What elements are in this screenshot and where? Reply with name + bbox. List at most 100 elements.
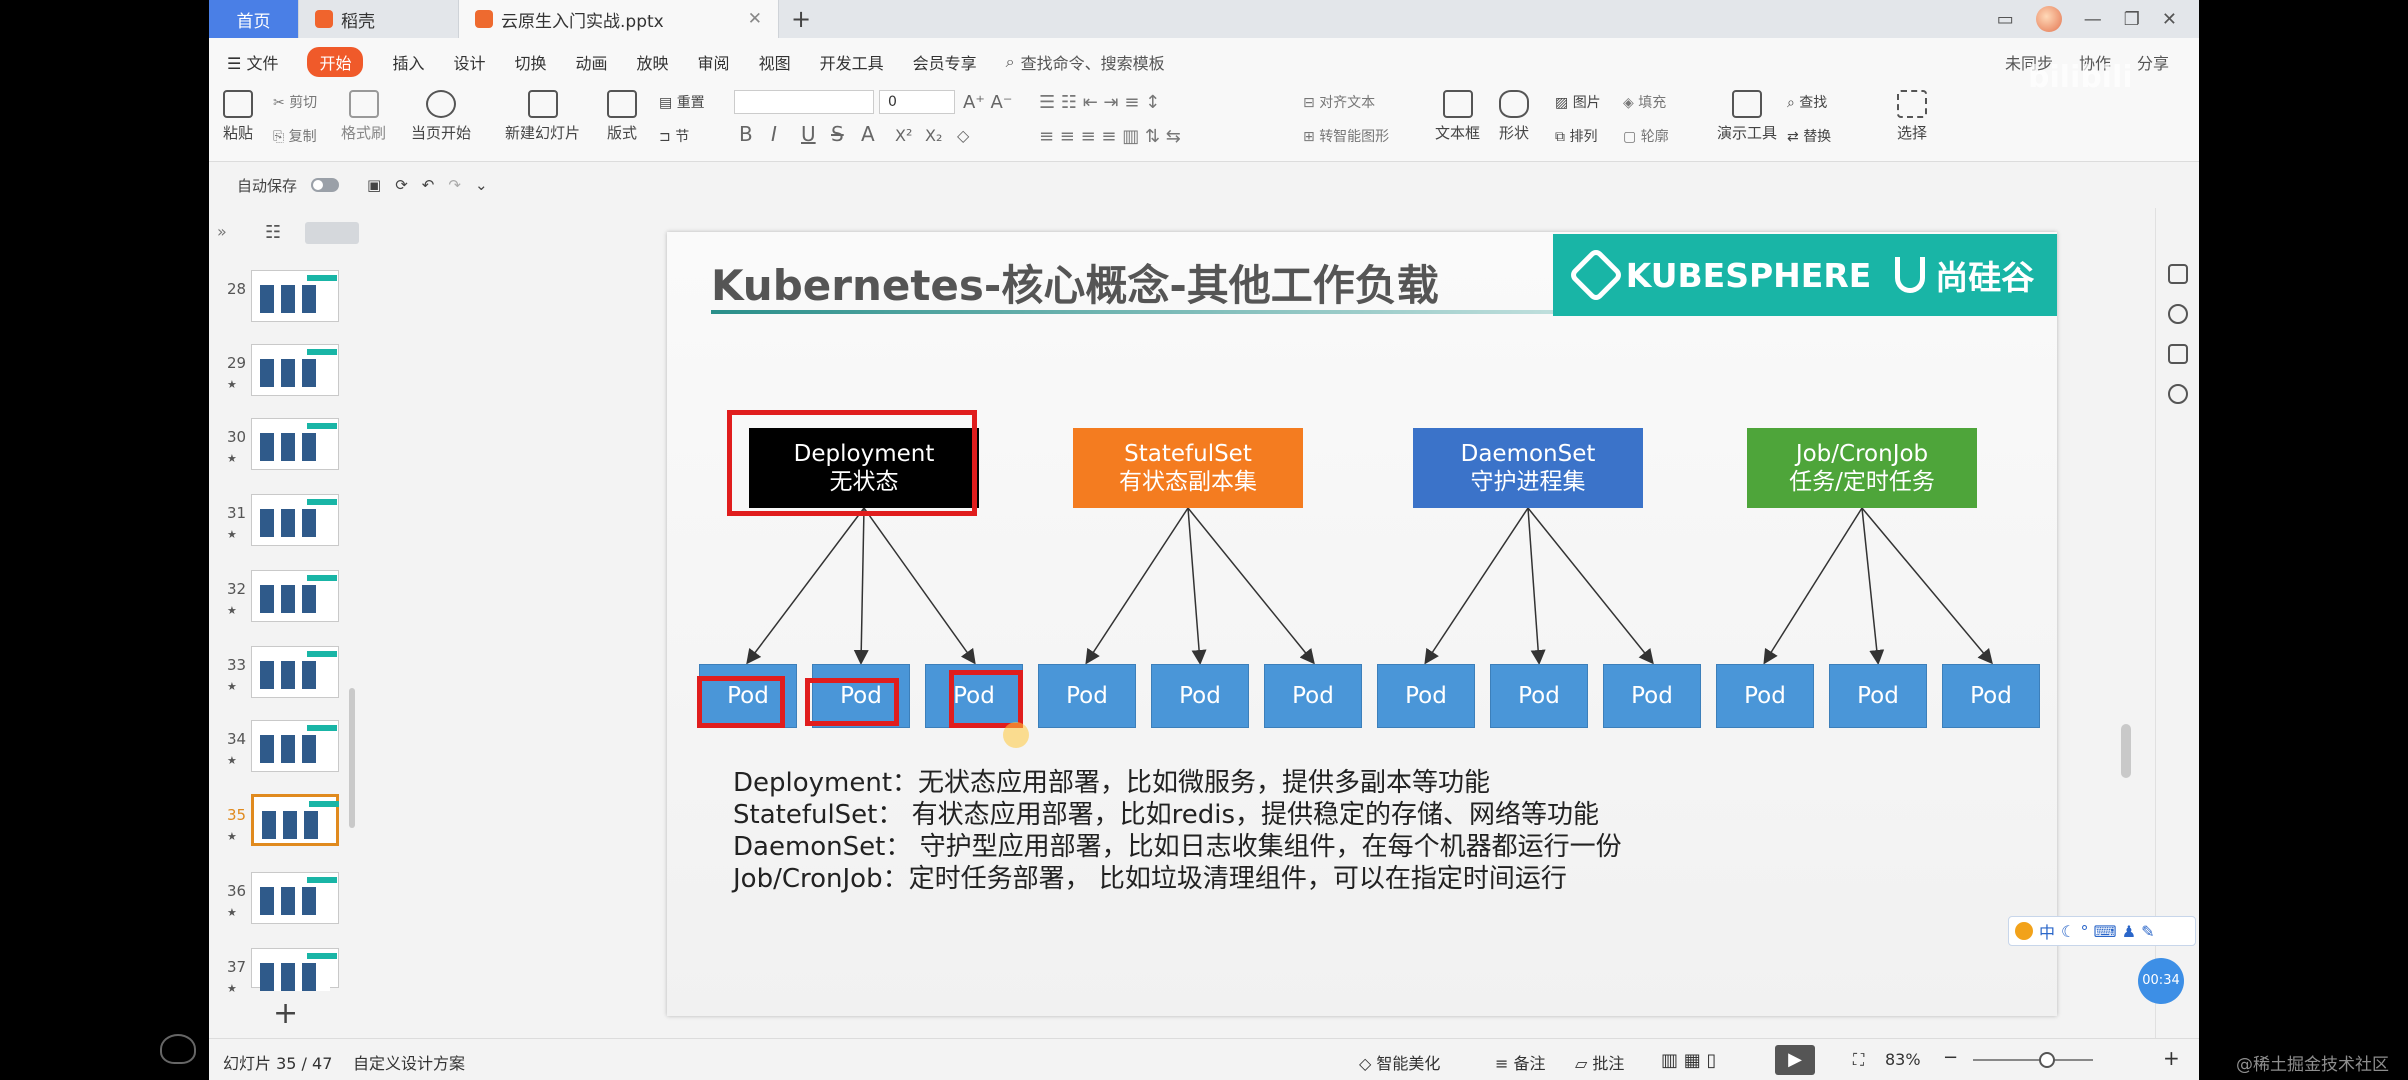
pod-box[interactable]: Pod xyxy=(1716,664,1814,728)
redo-icon[interactable]: ↷ xyxy=(448,176,461,194)
layout-button[interactable]: 版式 xyxy=(607,90,637,143)
workload-job-cronjob[interactable]: Job/CronJob 任务/定时任务 xyxy=(1747,428,1977,508)
cut-button[interactable]: ✂ 剪切 xyxy=(273,92,317,112)
menu-review[interactable]: 审阅 xyxy=(698,50,730,74)
tab-home[interactable]: 首页 xyxy=(209,0,299,38)
font-color-icon[interactable]: A xyxy=(861,122,875,146)
zoom-slider-knob[interactable] xyxy=(2039,1052,2055,1068)
font-family-select[interactable] xyxy=(734,90,874,114)
pod-box[interactable]: Pod xyxy=(1829,664,1927,728)
view-mode-icons[interactable]: ▥ ▦ ▯ xyxy=(1661,1050,1716,1071)
thumbnail-scrollbar[interactable] xyxy=(349,688,355,828)
avatar[interactable] xyxy=(2035,6,2062,32)
animation-icon[interactable] xyxy=(2168,304,2188,324)
menu-transition[interactable]: 切换 xyxy=(515,50,547,74)
superscript-icon[interactable]: X² xyxy=(895,126,912,145)
ime-tools-icons[interactable]: ☾ ° ⌨ ♟ ✎ xyxy=(2061,922,2155,941)
canvas-vertical-scrollbar[interactable] xyxy=(2117,208,2135,1038)
picture-button[interactable]: ▨ 图片 xyxy=(1555,92,1601,112)
pod-box[interactable]: Pod xyxy=(1151,664,1249,728)
slide-thumbnail-selected[interactable] xyxy=(251,794,339,846)
textbox-button[interactable]: 文本框 xyxy=(1435,90,1480,143)
fit-zoom-icon[interactable]: ⛶ xyxy=(1853,1050,1864,1070)
slide-thumbnail[interactable] xyxy=(251,872,339,924)
outline-view-icon[interactable]: ☷ xyxy=(265,222,281,243)
format-painter-button[interactable]: 格式刷 xyxy=(341,90,386,143)
menu-design[interactable]: 设计 xyxy=(453,50,485,74)
zoom-out-icon[interactable]: − xyxy=(1943,1047,1958,1068)
paragraph-align-icon[interactable]: ≡ ≡ ≡ ≡ ▥ ⇅ ⇆ xyxy=(1039,126,1181,147)
underline-icon[interactable]: U xyxy=(801,122,816,146)
undo-icon[interactable]: ↶ xyxy=(422,176,435,194)
slide-thumbnail[interactable] xyxy=(251,646,339,698)
slide-thumbnail[interactable] xyxy=(251,270,339,322)
layout-switch-icon[interactable]: ▭ xyxy=(1997,9,2014,30)
presenter-tools-button[interactable]: 演示工具 xyxy=(1717,90,1777,143)
find-button[interactable]: ⌕ 查找 xyxy=(1787,92,1827,112)
command-search[interactable]: ⌕ 查找命令、搜索模板 xyxy=(1006,50,1165,74)
align-text-button[interactable]: ⊟ 对齐文本 xyxy=(1303,92,1375,112)
recording-timer[interactable]: 00:34 xyxy=(2138,958,2184,1004)
slide-transition-icon[interactable] xyxy=(2168,344,2188,364)
help-icon[interactable] xyxy=(2168,384,2188,404)
slide-thumbnail[interactable] xyxy=(251,494,339,546)
zoom-level[interactable]: 83% xyxy=(1885,1050,1921,1069)
shape-button[interactable]: 形状 xyxy=(1499,90,1529,143)
design-scheme[interactable]: 自定义设计方案 xyxy=(353,1050,465,1074)
strikethrough-icon[interactable]: S xyxy=(831,122,844,146)
slide-thumbnail[interactable] xyxy=(251,720,339,772)
close-tab-icon[interactable]: ✕ xyxy=(748,9,762,29)
properties-icon[interactable] xyxy=(2168,264,2188,284)
menu-member[interactable]: 会员专享 xyxy=(913,50,977,74)
share-button[interactable]: 分享 xyxy=(2137,50,2169,74)
menu-start[interactable]: 开始 xyxy=(307,47,364,77)
workload-statefulset[interactable]: StatefulSet 有状态副本集 xyxy=(1073,428,1303,508)
customize-quickbar-icon[interactable]: ⌄ xyxy=(475,176,488,194)
menu-file[interactable]: ☰ 文件 xyxy=(227,50,278,74)
fill-button[interactable]: ◈ 填充 xyxy=(1623,92,1666,112)
italic-icon[interactable]: I xyxy=(771,122,777,146)
play-from-current-button[interactable]: 当页开始 xyxy=(411,90,471,143)
menu-animation[interactable]: 动画 xyxy=(576,50,608,74)
copy-button[interactable]: ⎘ 复制 xyxy=(273,126,317,146)
format-painter-quick-icon[interactable]: ⟳ xyxy=(395,176,408,194)
pod-box[interactable]: Pod xyxy=(1377,664,1475,728)
list-icon[interactable]: ☰ ☷ ⇤ ⇥ ≡ ↕ xyxy=(1039,92,1160,113)
reset-button[interactable]: ▤ 重置 xyxy=(659,92,705,112)
clear-format-icon[interactable]: ◇ xyxy=(957,126,969,145)
pod-box[interactable]: Pod xyxy=(1038,664,1136,728)
font-size-select[interactable]: 0 xyxy=(879,90,955,114)
arrange-button[interactable]: ⧉ 排列 xyxy=(1555,126,1597,146)
paste-button[interactable]: 粘贴 xyxy=(223,90,253,143)
select-button[interactable]: 选择 xyxy=(1897,90,1927,143)
bold-icon[interactable]: B xyxy=(739,122,753,146)
scrollbar-thumb[interactable] xyxy=(2121,724,2131,778)
menu-developer[interactable]: 开发工具 xyxy=(820,50,884,74)
workload-daemonset[interactable]: DaemonSet 守护进程集 xyxy=(1413,428,1643,508)
minimize-icon[interactable]: — xyxy=(2084,9,2102,30)
menu-slideshow[interactable]: 放映 xyxy=(637,50,669,74)
menu-view[interactable]: 视图 xyxy=(759,50,791,74)
notes-button[interactable]: ≡ 备注 xyxy=(1495,1050,1546,1074)
slide-thumbnail[interactable] xyxy=(251,344,339,396)
tab-docer[interactable]: 稻壳 xyxy=(299,0,459,38)
ime-toolbar[interactable]: 中 ☾ ° ⌨ ♟ ✎ xyxy=(2008,916,2196,946)
outline-button[interactable]: ▢ 轮廓 xyxy=(1623,126,1669,146)
save-icon[interactable]: ▣ xyxy=(367,176,381,194)
smart-beautify-button[interactable]: ◇ 智能美化 xyxy=(1359,1050,1440,1074)
zoom-in-icon[interactable]: + xyxy=(2163,1046,2180,1070)
add-slide-button[interactable]: + xyxy=(273,996,298,1031)
smartart-button[interactable]: ⊞ 转智能图形 xyxy=(1303,126,1389,146)
replace-button[interactable]: ⇄ 替换 xyxy=(1787,126,1831,146)
pod-box[interactable]: Pod xyxy=(1942,664,2040,728)
current-slide[interactable]: Kubernetes-核心概念-其他工作负载 KUBESPHERE 尚硅谷 De… xyxy=(667,232,2057,1016)
slide-thumbnail[interactable] xyxy=(251,570,339,622)
description-line[interactable]: Job/CronJob：定时任务部署， 比如垃圾清理组件，可以在指定时间运行 xyxy=(733,858,1567,895)
thumbnail-view-icon[interactable] xyxy=(305,222,359,244)
new-tab-button[interactable]: + xyxy=(779,0,823,38)
ime-mode-label[interactable]: 中 xyxy=(2039,919,2055,943)
menu-insert[interactable]: 插入 xyxy=(392,50,424,74)
slide-thumbnail[interactable] xyxy=(251,948,339,991)
tab-active-file[interactable]: 云原生入门实战.pptx ✕ xyxy=(459,0,779,38)
pod-box[interactable]: Pod xyxy=(1264,664,1362,728)
